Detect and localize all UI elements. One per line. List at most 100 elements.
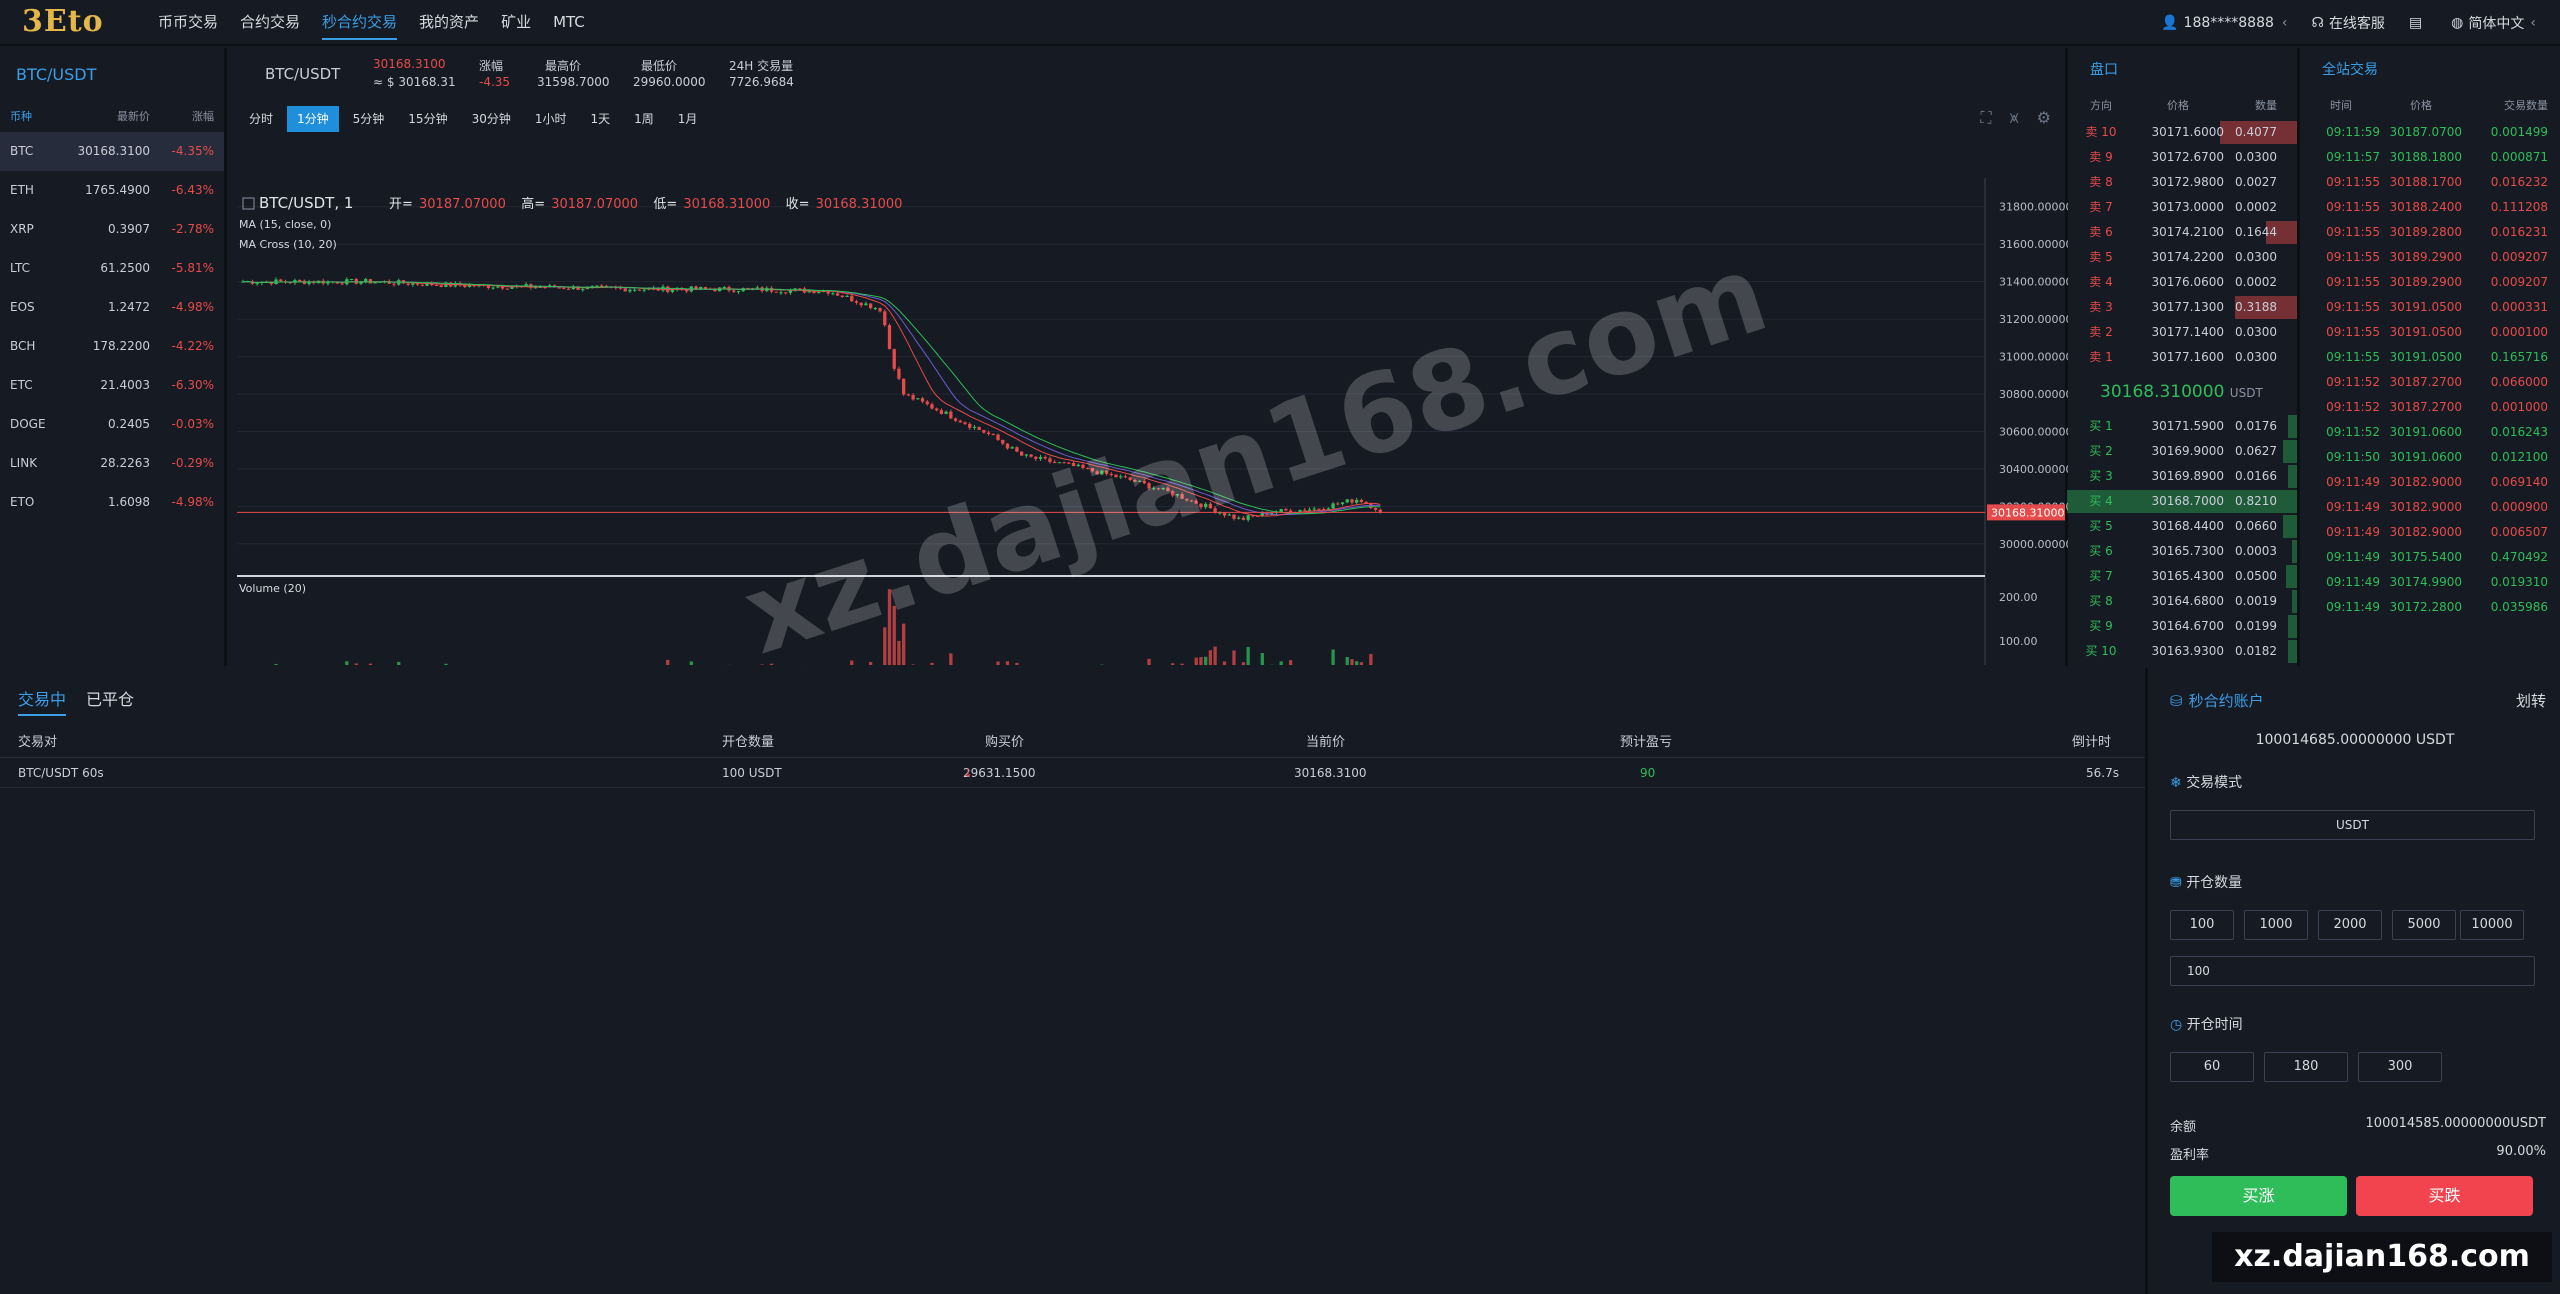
volume-bar — [1232, 650, 1236, 665]
gear-icon[interactable]: ⚙ — [2037, 108, 2051, 128]
language-select[interactable]: ◍ 简体中文 ‹ — [2451, 13, 2536, 33]
volume-bar — [911, 664, 915, 665]
market-row[interactable]: EOS 1.2472 -4.98% — [0, 288, 224, 327]
ask-row[interactable]: 卖 3 30177.1300 0.3188 — [2070, 295, 2297, 320]
candle-body — [581, 289, 585, 291]
user-menu[interactable]: 👤 188****8888 ‹ — [2161, 15, 2287, 31]
qty-2000-button[interactable]: 2000 — [2318, 910, 2382, 940]
timeframe-button[interactable]: 1月 — [668, 106, 708, 132]
ohlc-value: 30187.07000 — [419, 197, 506, 212]
indicator-icon[interactable]: ⩙ — [2010, 108, 2019, 128]
volume-bar — [666, 659, 670, 665]
candle-body — [1086, 467, 1090, 469]
candle-body — [1189, 500, 1194, 502]
time-300-button[interactable]: 300 — [2358, 1052, 2442, 1082]
ask-row[interactable]: 卖 5 30174.2200 0.0300 — [2070, 245, 2297, 270]
market-row[interactable]: DOGE 0.2405 -0.03% — [0, 405, 224, 444]
qty-5000-button[interactable]: 5000 — [2392, 910, 2456, 940]
nav-assets[interactable]: 我的资产 — [419, 0, 479, 46]
bid-row[interactable]: 买 1 30171.5900 0.0176 — [2070, 414, 2297, 439]
candle-body — [1034, 456, 1038, 459]
volume-bar — [397, 661, 401, 665]
ask-row[interactable]: 卖 8 30172.9800 0.0027 — [2070, 170, 2297, 195]
market-row[interactable]: XRP 0.3907 -2.78% — [0, 210, 224, 249]
ask-row[interactable]: 卖 9 30172.6700 0.0300 — [2070, 145, 2297, 170]
bid-row[interactable]: 买 9 30164.6700 0.0199 — [2070, 614, 2297, 639]
candle-body — [722, 286, 726, 288]
trade-row: 09:11:55 30189.2800 0.016231 — [2326, 225, 2548, 239]
bid-row[interactable]: 买 8 30164.6800 0.0019 — [2070, 589, 2297, 614]
collapse-icon[interactable] — [242, 197, 255, 210]
candle-body — [628, 289, 632, 292]
timeframe-button[interactable]: 1分钟 — [287, 106, 339, 132]
bid-row[interactable]: 买 2 30169.9000 0.0627 — [2070, 439, 2297, 464]
candle-body — [958, 420, 962, 423]
logo[interactable]: 3Eto — [22, 4, 104, 39]
account-balance: 100014685.00000000 USDT — [2255, 732, 2455, 748]
candle-body — [1123, 476, 1128, 478]
trade-row: 09:11:59 30187.0700 0.001499 — [2326, 125, 2548, 139]
timeframe-button[interactable]: 1周 — [624, 106, 664, 132]
nav-spot[interactable]: 币币交易 — [158, 0, 218, 46]
candle-body — [1114, 474, 1118, 478]
candlestick-chart[interactable]: 31800.00000 31600.00000 31400.00000 31200.0… — [229, 140, 2068, 665]
qty-100-button[interactable]: 100 — [2170, 910, 2234, 940]
trade-row: 09:11:55 30188.2400 0.111208 — [2326, 200, 2548, 214]
ask-row[interactable]: 卖 4 30176.0600 0.0002 — [2070, 270, 2297, 295]
mode-select[interactable]: USDT — [2170, 810, 2535, 840]
bid-row[interactable]: 买 4 30168.7000 0.8210 — [2067, 489, 2297, 514]
candle-body — [1019, 451, 1024, 456]
volume-bar — [769, 663, 774, 665]
market-row[interactable]: LTC 61.2500 -5.81% — [0, 249, 224, 288]
market-row[interactable]: LINK 28.2263 -0.29% — [0, 444, 224, 483]
timeframe-button[interactable]: 15分钟 — [398, 106, 457, 132]
orderbook-header: 方向 价格 数量 — [2090, 99, 2277, 112]
trade-row: 09:11:55 30189.2900 0.009207 — [2326, 275, 2548, 289]
table-row[interactable]: BTC/USDT 60s 100 USDT 29631.1500 ↓ 30168… — [0, 758, 2145, 788]
nav-contract[interactable]: 合约交易 — [240, 0, 300, 46]
time-180-button[interactable]: 180 — [2264, 1052, 2348, 1082]
tab-closed[interactable]: 已平仓 — [86, 686, 134, 710]
market-row[interactable]: BTC 30168.3100 -4.35% — [0, 132, 224, 171]
timeframe-button[interactable]: 30分钟 — [462, 106, 521, 132]
candle-body — [1156, 488, 1161, 490]
candle-body — [840, 295, 844, 297]
trade-row: 09:11:50 30191.0600 0.012100 — [2326, 450, 2548, 464]
ask-row[interactable]: 卖 10 30171.6000 0.4077 — [2070, 120, 2297, 145]
bid-row[interactable]: 买 10 30163.9300 0.0182 — [2070, 639, 2297, 664]
fullscreen-icon[interactable]: ⛶ — [1980, 108, 1991, 128]
market-row[interactable]: ETH 1765.4900 -6.43% — [0, 171, 224, 210]
buy-up-button[interactable]: 买涨 — [2170, 1176, 2347, 1216]
timeframe-button[interactable]: 分时 — [239, 106, 283, 132]
ask-row[interactable]: 卖 1 30177.1600 0.0300 — [2070, 345, 2297, 370]
watermark-badge: xz.dajian168.com — [2212, 1232, 2552, 1282]
arrow-down-icon: ↓ — [963, 766, 974, 780]
timeframe-button[interactable]: 5分钟 — [343, 106, 395, 132]
nav-mtc[interactable]: MTC — [553, 0, 585, 46]
ask-row[interactable]: 卖 7 30173.0000 0.0002 — [2070, 195, 2297, 220]
qty-10000-button[interactable]: 10000 — [2460, 910, 2524, 940]
volume-bar — [887, 589, 892, 665]
nav-mining[interactable]: 矿业 — [501, 0, 531, 46]
transfer-button[interactable]: 划转 — [2516, 690, 2546, 711]
market-row[interactable]: BCH 178.2200 -4.22% — [0, 327, 224, 366]
nav-second-contract[interactable]: 秒合约交易 — [322, 0, 398, 46]
qty-input[interactable]: 100 — [2170, 956, 2535, 986]
timeframe-button[interactable]: 1天 — [581, 106, 621, 132]
buy-down-button[interactable]: 买跌 — [2356, 1176, 2533, 1216]
market-row[interactable]: ETO 1.6098 -4.98% — [0, 483, 224, 522]
time-60-button[interactable]: 60 — [2170, 1052, 2254, 1082]
tab-trading[interactable]: 交易中 — [18, 686, 67, 716]
candle-body — [1194, 500, 1198, 504]
ask-row[interactable]: 卖 2 30177.1400 0.0300 — [2070, 320, 2297, 345]
download-button[interactable]: ▤ — [2409, 15, 2427, 31]
service-link[interactable]: ☊ 在线客服 — [2312, 13, 2385, 33]
timeframe-button[interactable]: 1小时 — [525, 106, 577, 132]
qty-1000-button[interactable]: 1000 — [2244, 910, 2308, 940]
ask-row[interactable]: 卖 6 30174.2100 0.1644 — [2070, 220, 2297, 245]
bid-row[interactable]: 买 6 30165.7300 0.0003 — [2070, 539, 2297, 564]
bid-row[interactable]: 买 7 30165.4300 0.0500 — [2070, 564, 2297, 589]
bid-row[interactable]: 买 5 30168.4400 0.0660 — [2070, 514, 2297, 539]
bid-row[interactable]: 买 3 30169.8900 0.0166 — [2070, 464, 2297, 489]
market-row[interactable]: ETC 21.4003 -6.30% — [0, 366, 224, 405]
